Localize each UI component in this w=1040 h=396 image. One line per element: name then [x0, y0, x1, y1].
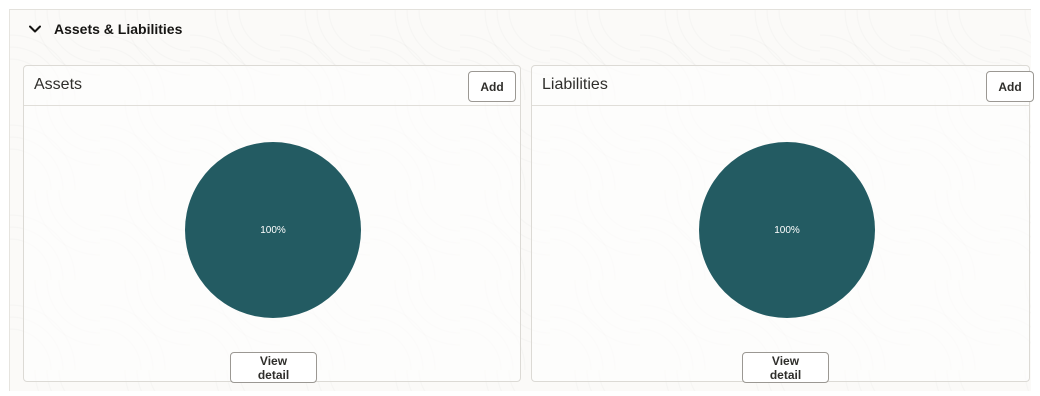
add-liabilities-button[interactable]: Add — [986, 71, 1034, 102]
section-toggle[interactable]: Assets & Liabilities — [26, 16, 182, 42]
section-title: Assets & Liabilities — [54, 21, 183, 37]
liabilities-view-detail-button[interactable]: View detail — [742, 352, 829, 383]
liabilities-title: Liabilities — [542, 76, 608, 93]
assets-pie-chart: 100% — [185, 142, 361, 318]
liabilities-pie-chart: 100% — [699, 142, 875, 318]
assets-pie-slice[interactable]: 100% — [185, 142, 361, 318]
liabilities-pie-data-label: 100% — [774, 224, 800, 236]
assets-card-header: Assets Add — [24, 66, 520, 106]
add-assets-button[interactable]: Add — [468, 71, 516, 102]
assets-view-detail-button[interactable]: View detail — [230, 352, 317, 383]
assets-title: Assets — [34, 76, 83, 93]
liabilities-card: Liabilities Add 100% View detail — [531, 65, 1034, 383]
assets-card: Assets Add 100% View detail — [23, 65, 521, 383]
liabilities-pie-slice[interactable]: 100% — [699, 142, 875, 318]
liabilities-card-header: Liabilities Add — [532, 66, 1034, 106]
assets-liabilities-section: Assets & Liabilities Assets Add 100% Vie… — [9, 9, 1034, 391]
assets-pie-data-label: 100% — [260, 224, 286, 236]
chevron-down-icon[interactable] — [26, 20, 44, 38]
